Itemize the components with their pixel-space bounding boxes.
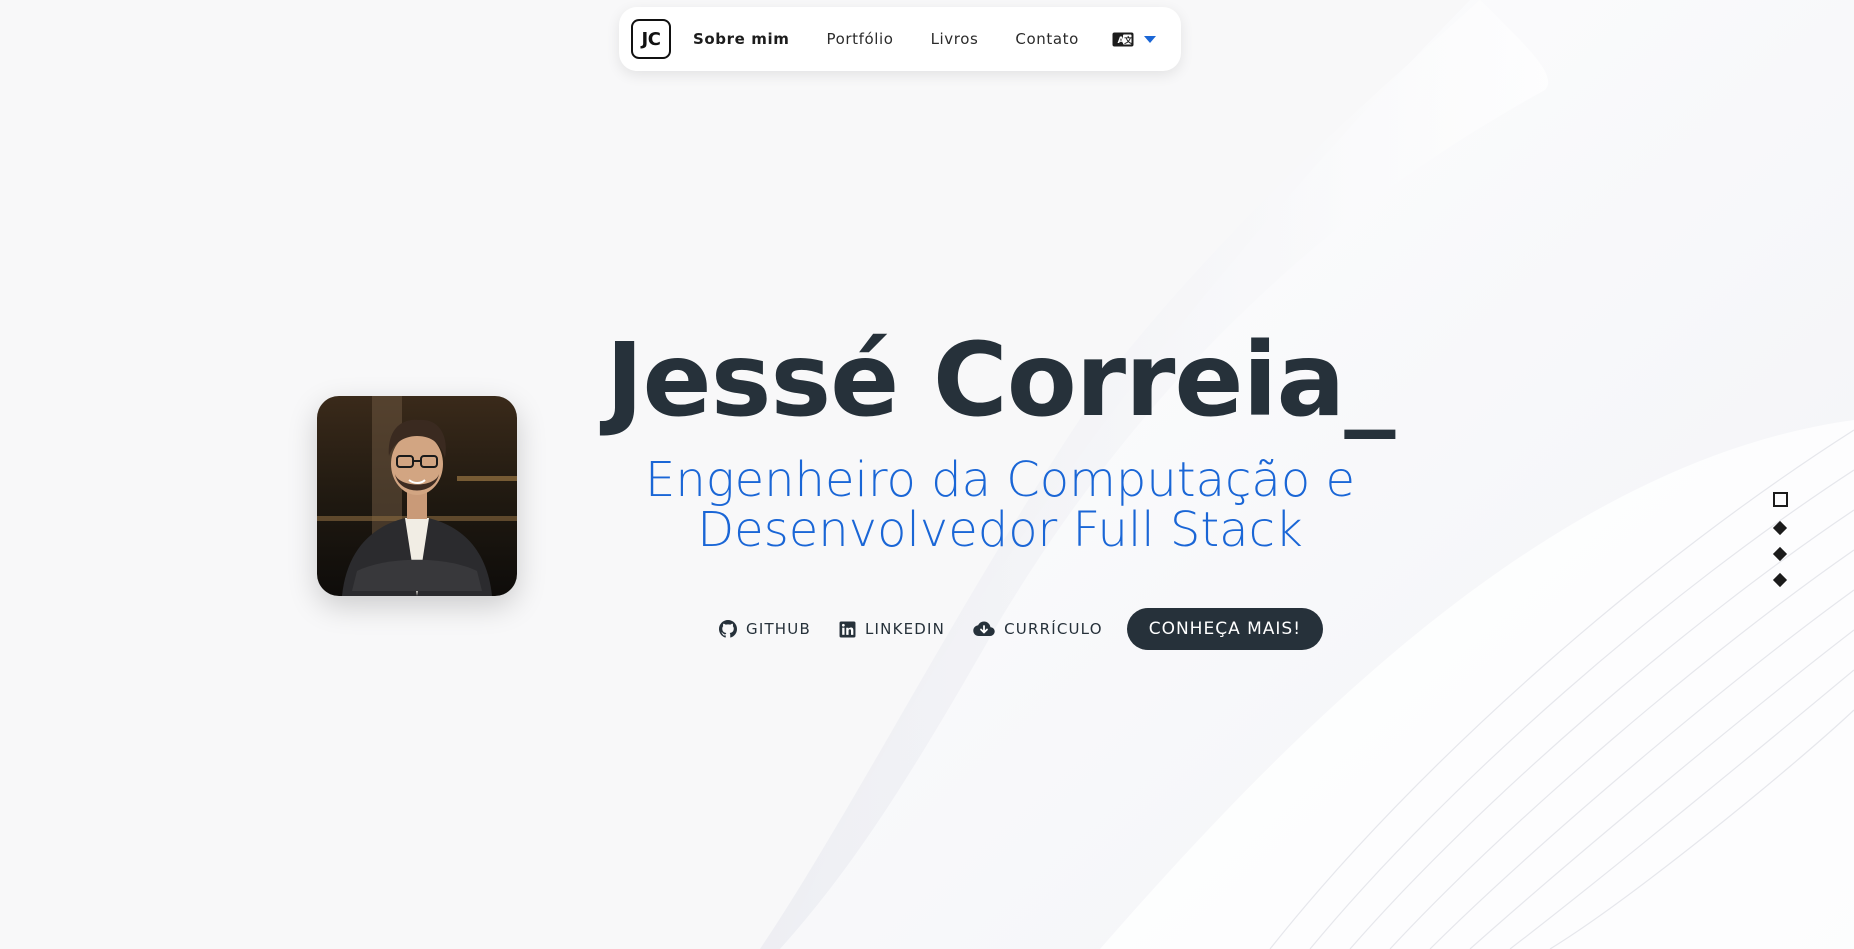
section-dot-2[interactable]: [1772, 520, 1788, 536]
linkedin-label: LINKEDIN: [864, 620, 946, 638]
github-label: GITHUB: [746, 620, 811, 638]
learn-more-button[interactable]: CONHEÇA MAIS!: [1126, 608, 1324, 650]
translate-icon: A 文: [1112, 32, 1134, 46]
svg-text:文: 文: [1124, 35, 1133, 45]
linkedin-link[interactable]: LINKEDIN: [839, 620, 945, 638]
resume-label: CURRÍCULO: [1004, 620, 1103, 638]
hero-subtitle-line-2: Desenvolvedor Full Stack: [697, 502, 1303, 558]
cloud-download-icon: [973, 621, 995, 636]
nav-link-livros[interactable]: Livros: [931, 30, 979, 48]
section-navigation: [1772, 492, 1788, 588]
resume-download-link[interactable]: CURRÍCULO: [973, 620, 1103, 638]
profile-photo: [317, 396, 517, 596]
nav-link-portfolio[interactable]: Portfólio: [826, 30, 893, 48]
hero-name: Jessé Correia_: [605, 321, 1396, 440]
nav-link-contato[interactable]: Contato: [1015, 30, 1079, 48]
section-dot-4[interactable]: [1772, 572, 1788, 588]
page: JC Sobre mim Portfólio Livros Contato A …: [0, 0, 1854, 949]
chevron-down-icon: [1143, 35, 1156, 43]
github-link[interactable]: GITHUB: [719, 620, 811, 638]
nav-link-sobre-mim[interactable]: Sobre mim: [693, 30, 789, 48]
github-icon: [719, 620, 737, 638]
section-dot-3[interactable]: [1772, 546, 1788, 562]
hero-subtitle-line-1: Engenheiro da Computação e: [645, 452, 1355, 508]
hero-actions: GITHUB LINKEDIN CURRÍCULO CONHEÇA MAIS!: [719, 608, 1324, 650]
language-selector[interactable]: A 文: [1112, 32, 1156, 47]
hero-subtitle: Engenheiro da Computação e Desenvolvedor…: [600, 455, 1400, 555]
top-navbar: JC Sobre mim Portfólio Livros Contato A …: [619, 7, 1181, 71]
site-logo[interactable]: JC: [631, 19, 671, 59]
linkedin-icon: [839, 621, 856, 637]
section-dot-1[interactable]: [1772, 492, 1788, 507]
